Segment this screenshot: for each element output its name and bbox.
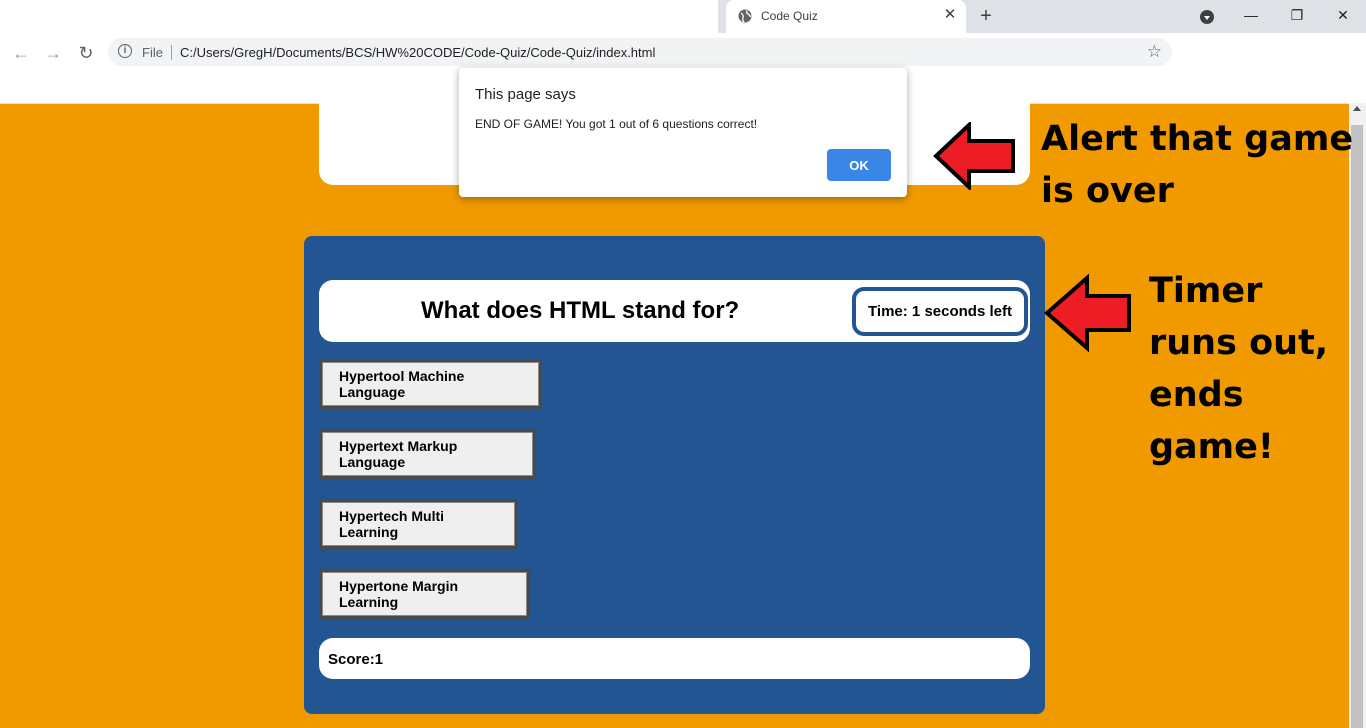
tab-title: Code Quiz bbox=[761, 9, 818, 23]
alert-annotation: Alert that game is over bbox=[1041, 113, 1353, 217]
tab-strip-blank bbox=[0, 0, 718, 33]
dialog-message: END OF GAME! You got 1 out of 6 question… bbox=[475, 117, 758, 131]
timer-annotation: Timer runs out, ends game! bbox=[1149, 265, 1328, 473]
quiz-panel: What does HTML stand for? Time: 1 second… bbox=[304, 236, 1045, 714]
score-bar: Score:1 bbox=[319, 638, 1030, 679]
address-divider bbox=[171, 45, 172, 60]
bookmark-star-icon[interactable]: ☆ bbox=[1147, 42, 1162, 62]
dialog-ok-button[interactable]: OK bbox=[827, 149, 891, 181]
question-bar: What does HTML stand for? Time: 1 second… bbox=[319, 280, 1030, 342]
score-text: Score:1 bbox=[328, 651, 384, 668]
timer-display: Time: 1 seconds left bbox=[852, 287, 1028, 336]
tab-strip: Code Quiz ✕ + — ❐ ✕ bbox=[0, 0, 1366, 33]
alert-dialog: This page says END OF GAME! You got 1 ou… bbox=[459, 68, 907, 197]
profile-menu-icon[interactable] bbox=[1200, 10, 1214, 24]
red-arrow-icon bbox=[933, 122, 1015, 190]
timer-annotation-line: runs out, bbox=[1149, 323, 1329, 363]
reload-button[interactable]: ↻ bbox=[75, 42, 97, 64]
address-scheme: File bbox=[142, 45, 163, 60]
back-button[interactable]: ← bbox=[10, 42, 32, 64]
window-close-button[interactable]: ✕ bbox=[1328, 4, 1358, 26]
alert-annotation-line: Alert that game bbox=[1041, 119, 1354, 159]
red-arrow-icon bbox=[1043, 274, 1131, 352]
new-tab-button[interactable]: + bbox=[976, 6, 996, 26]
answer-button-1[interactable]: Hypertool Machine Language bbox=[319, 359, 542, 409]
tab-close-icon[interactable]: ✕ bbox=[941, 6, 959, 24]
globe-icon bbox=[738, 9, 752, 23]
answer-button-4[interactable]: Hypertone Margin Learning bbox=[319, 569, 530, 619]
scroll-up-arrow-icon[interactable] bbox=[1353, 106, 1361, 111]
timer-annotation-line: Timer bbox=[1149, 271, 1263, 311]
forward-button[interactable]: → bbox=[42, 42, 64, 64]
minimize-button[interactable]: — bbox=[1236, 4, 1266, 26]
timer-annotation-line: ends bbox=[1149, 375, 1244, 415]
address-url[interactable]: C:/Users/GregH/Documents/BCS/HW%20CODE/C… bbox=[180, 45, 655, 60]
question-text: What does HTML stand for? bbox=[421, 297, 740, 324]
info-icon[interactable]: i bbox=[118, 44, 132, 58]
address-bar[interactable]: i File C:/Users/GregH/Documents/BCS/HW%2… bbox=[108, 38, 1172, 66]
answer-button-2[interactable]: Hypertext Markup Language bbox=[319, 429, 536, 479]
tab-code-quiz[interactable]: Code Quiz ✕ bbox=[726, 0, 966, 33]
dialog-heading: This page says bbox=[475, 86, 576, 103]
timer-annotation-line: game! bbox=[1149, 427, 1274, 467]
alert-annotation-line: is over bbox=[1041, 171, 1174, 211]
restore-button[interactable]: ❐ bbox=[1282, 4, 1312, 26]
answer-button-3[interactable]: Hypertech Multi Learning bbox=[319, 499, 518, 549]
